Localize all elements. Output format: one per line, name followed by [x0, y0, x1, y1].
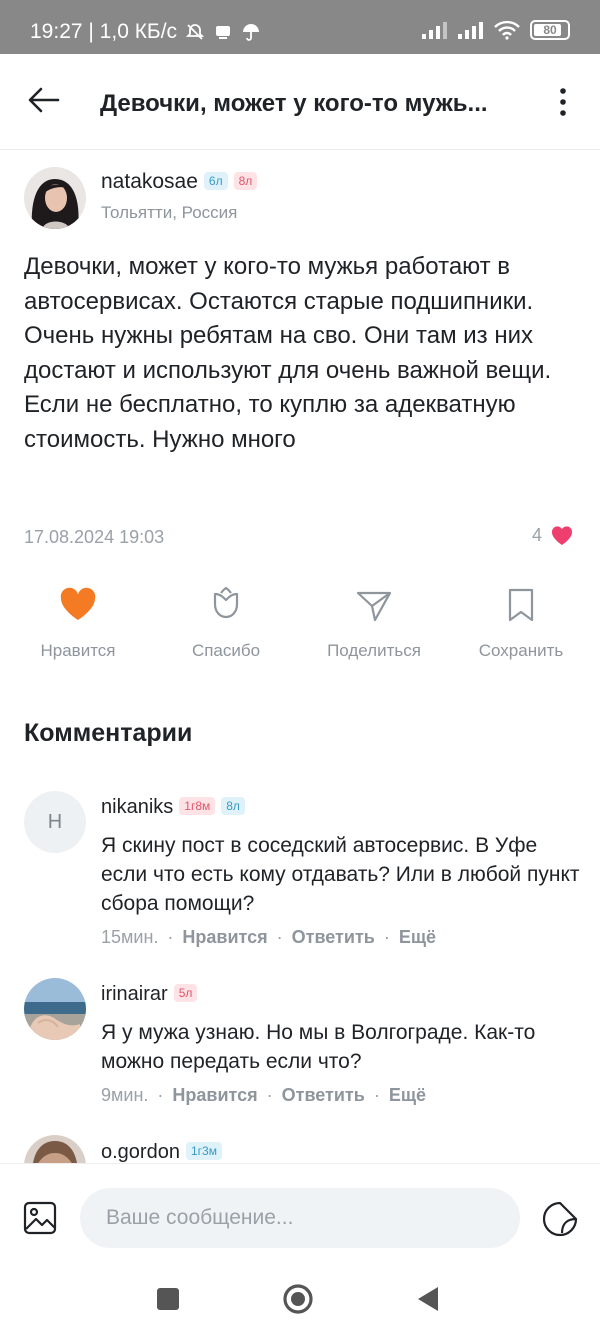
author-badge: 8л	[233, 172, 258, 190]
top-bar: Девочки, может у кого-то мужь...	[0, 54, 600, 150]
share-button[interactable]: Поделиться	[299, 585, 449, 661]
comment-avatar-photo	[24, 1135, 86, 1163]
save-button[interactable]: Сохранить	[446, 585, 596, 661]
like-count-value: 4	[531, 524, 542, 545]
comment-meta: 15мин. · Нравится · Ответить · Ещё	[101, 927, 437, 947]
page-title: Девочки, может у кого-то мужь...	[100, 90, 488, 117]
system-nav-bar	[0, 1273, 600, 1332]
comment-avatar[interactable]	[24, 978, 86, 1040]
sticker-icon[interactable]	[541, 1200, 579, 1238]
comment-reply-link[interactable]: Ответить	[282, 1085, 365, 1105]
back-arrow-icon[interactable]	[26, 82, 62, 118]
message-input[interactable]	[80, 1188, 520, 1248]
author-name[interactable]: natakosae	[101, 170, 198, 193]
thanks-button[interactable]: Спасибо	[151, 585, 301, 661]
comment-badge: 1г3м	[185, 1142, 222, 1160]
heart-icon	[60, 587, 96, 620]
author-photo	[24, 167, 86, 229]
heart-icon	[551, 526, 573, 545]
status-time: 19:27 | 1,0 КБ/с	[30, 20, 178, 43]
comment-more-link[interactable]: Ещё	[389, 1085, 426, 1105]
post-date: 17.08.2024 19:03	[24, 527, 165, 547]
recent-apps-icon[interactable]	[150, 1281, 186, 1317]
umbrella-icon	[243, 24, 260, 41]
comment-meta: 9мин. · Нравится · Ответить · Ещё	[101, 1085, 427, 1105]
comment-author[interactable]: irinairar	[101, 983, 168, 1005]
gallery-icon[interactable]	[22, 1200, 58, 1236]
comment-more-link[interactable]: Ещё	[399, 927, 436, 947]
comments-title: Комментарии	[24, 719, 193, 747]
comment-avatar[interactable]: Н	[24, 791, 86, 853]
author-badge: 6л	[203, 172, 228, 190]
message-composer	[0, 1163, 600, 1273]
comment-author[interactable]: o.gordon	[101, 1141, 180, 1163]
signal-icon	[422, 22, 447, 39]
comment-time: 15мин.	[101, 927, 159, 947]
home-icon[interactable]	[280, 1281, 316, 1317]
tulip-icon	[213, 586, 239, 619]
comment-reply-link[interactable]: Ответить	[292, 927, 375, 947]
comment-badge: 5л	[173, 984, 198, 1002]
author-avatar[interactable]	[24, 167, 86, 229]
comment-badge: 8л	[221, 797, 245, 815]
comment-like-link[interactable]: Нравится	[172, 1085, 257, 1105]
comment-avatar-photo	[24, 978, 86, 1040]
comment-text: Я у мужа узнаю. Но мы в Волгограде. Как-…	[101, 1021, 536, 1073]
post-text: Девочки, может у кого-то мужья работают …	[24, 253, 552, 453]
comment-avatar[interactable]	[24, 1135, 86, 1163]
comment-like-link[interactable]: Нравится	[182, 927, 267, 947]
comment-time: 9мин.	[101, 1085, 149, 1105]
signal-2-icon	[458, 22, 483, 39]
wifi-icon	[494, 20, 520, 40]
comment-item-partial: o.gordon 1г3м	[0, 1135, 600, 1163]
battery-icon: 80	[530, 20, 570, 40]
post-actions: Нравится Спасибо Поделиться Сохранить	[0, 585, 600, 675]
comment-text: Я скину пост в соседский автосервис. В У…	[101, 834, 580, 915]
like-count[interactable]: 4	[532, 524, 574, 546]
author-location: Тольятти, Россия	[101, 203, 238, 222]
back-triangle-icon[interactable]	[410, 1281, 446, 1317]
like-button[interactable]: Нравится	[3, 585, 153, 661]
comment-author[interactable]: nikaniks	[101, 796, 173, 818]
bookmark-icon	[508, 588, 534, 622]
more-vertical-icon[interactable]	[548, 84, 578, 120]
notification-icon	[216, 26, 231, 39]
dnd-icon	[185, 24, 205, 40]
status-bar: 19:27 | 1,0 КБ/с 80	[0, 0, 600, 54]
comment-badge: 1г8м	[179, 797, 216, 815]
send-icon	[356, 591, 392, 622]
